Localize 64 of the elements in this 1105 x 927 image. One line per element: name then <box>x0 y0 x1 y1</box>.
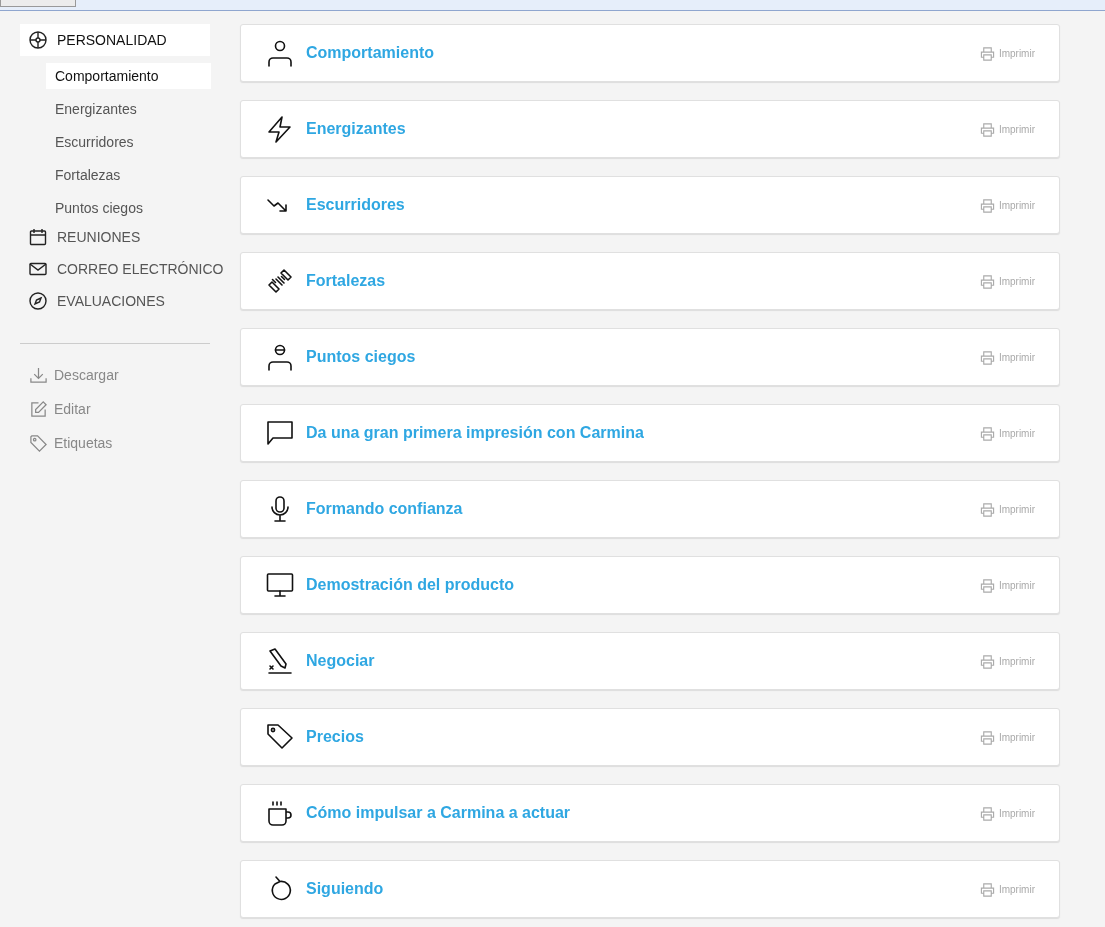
monitor-icon <box>266 571 294 599</box>
print-button[interactable]: Imprimir <box>979 803 1035 823</box>
sidebar-section[interactable]: REUNIONES <box>20 221 210 253</box>
print-button[interactable]: Imprimir <box>979 423 1035 443</box>
sidebar-item[interactable]: Comportamiento <box>46 63 211 89</box>
sidebar-section[interactable]: CORREO ELECTRÓNICO <box>20 253 228 285</box>
card-title-link[interactable]: Escurridores <box>306 196 405 214</box>
person-icon <box>266 39 294 67</box>
card-title-link[interactable]: Negociar <box>306 652 375 670</box>
sidebar-item[interactable]: Escurridores <box>46 129 211 155</box>
card-title-link[interactable]: Fortalezas <box>306 272 386 290</box>
print-button[interactable]: Imprimir <box>979 879 1035 899</box>
edit-icon <box>29 399 48 419</box>
card-title-link[interactable]: Precios <box>306 728 364 746</box>
printer-icon <box>979 425 995 441</box>
card-title-link[interactable]: Da una gran primera impresión con Carmina <box>306 424 644 442</box>
sidebar-action[interactable]: Editar <box>20 392 220 426</box>
card-title-link[interactable]: Energizantes <box>306 120 406 138</box>
printer-icon <box>979 653 995 669</box>
printer-icon <box>979 729 995 745</box>
tag-icon <box>266 723 294 751</box>
print-button[interactable]: Imprimir <box>979 119 1035 139</box>
crosshair-icon <box>28 30 48 50</box>
printer-icon <box>979 197 995 213</box>
print-button[interactable]: Imprimir <box>979 575 1035 595</box>
download-icon <box>29 365 48 385</box>
card-title-link[interactable]: Puntos ciegos <box>306 348 416 366</box>
sidebar-item[interactable]: Puntos ciegos <box>46 195 211 221</box>
compass-icon <box>28 291 48 311</box>
browser-tab[interactable] <box>0 0 76 7</box>
dumbbell-icon <box>266 267 294 295</box>
card-title-link[interactable]: Demostración del producto <box>306 576 515 594</box>
sidebar-action[interactable]: Etiquetas <box>20 426 220 460</box>
sidebar-item[interactable]: Fortalezas <box>46 162 211 188</box>
printer-icon <box>979 805 995 821</box>
printer-icon <box>979 45 995 61</box>
tag-icon <box>29 433 48 453</box>
sidebar-section[interactable]: PERSONALIDAD <box>20 24 210 56</box>
card-title-link[interactable]: Formando confianza <box>306 500 463 518</box>
print-button[interactable]: Imprimir <box>979 195 1035 215</box>
signature-pen-icon <box>266 647 294 675</box>
sidebar-action[interactable]: Descargar <box>20 358 220 392</box>
lightning-icon <box>266 115 294 143</box>
printer-icon <box>979 349 995 365</box>
print-button[interactable]: Imprimir <box>979 651 1035 671</box>
printer-icon <box>979 577 995 593</box>
sidebar-item[interactable]: Energizantes <box>46 96 211 122</box>
speech-bubble-icon <box>266 419 294 447</box>
printer-icon <box>979 121 995 137</box>
printer-icon <box>979 881 995 897</box>
coffee-cup-icon <box>266 799 294 827</box>
sidebar-section[interactable]: EVALUACIONES <box>20 285 210 317</box>
print-button[interactable]: Imprimir <box>979 727 1035 747</box>
printer-icon <box>979 501 995 517</box>
print-button[interactable]: Imprimir <box>979 43 1035 63</box>
card-title-link[interactable]: Comportamiento <box>306 44 434 62</box>
printer-icon <box>979 273 995 289</box>
calendar-icon <box>28 227 48 247</box>
card-title-link[interactable]: Siguiendo <box>306 880 384 898</box>
print-button[interactable]: Imprimir <box>979 347 1035 367</box>
person-minus-icon <box>266 343 294 371</box>
print-button[interactable]: Imprimir <box>979 499 1035 519</box>
card-title-link[interactable]: Cómo impulsar a Carmina a actuar <box>306 804 571 822</box>
print-button[interactable]: Imprimir <box>979 271 1035 291</box>
